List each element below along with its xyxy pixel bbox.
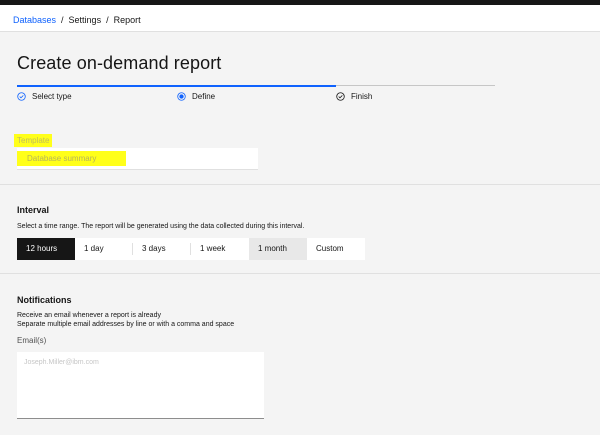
interval-option-label: 1 week	[200, 244, 226, 253]
breadcrumb-databases-link[interactable]: Databases	[13, 15, 56, 25]
progress-indicator: Select type Define Finish	[17, 85, 495, 115]
breadcrumb-bar: Databases / Settings / Report	[0, 5, 600, 32]
progress-fill	[17, 85, 336, 87]
breadcrumb-report: Report	[113, 15, 141, 25]
section-divider	[0, 273, 600, 274]
breadcrumb-separator: /	[106, 15, 109, 25]
email-placeholder: Joseph.Miller@ibm.com	[24, 359, 99, 366]
template-label: Template	[14, 134, 53, 147]
step-label: Finish	[351, 92, 373, 101]
interval-title: Interval	[17, 205, 50, 215]
template-value: Database summary	[17, 151, 127, 166]
interval-option-label: 3 days	[142, 244, 166, 253]
template-field[interactable]: Database summary	[17, 148, 258, 170]
notifications-title: Notifications	[17, 295, 72, 305]
page-title: Create on-demand report	[17, 53, 222, 73]
breadcrumb-settings[interactable]: Settings	[69, 15, 102, 25]
interval-option-3-days[interactable]: 3 days	[133, 238, 191, 260]
step-finish[interactable]: Finish	[336, 92, 372, 101]
checkmark-outline-icon	[336, 92, 345, 101]
interval-option-custom[interactable]: Custom	[307, 238, 365, 260]
step-label: Define	[192, 92, 216, 101]
interval-helper-text: Select a time range. The report will be …	[17, 223, 305, 230]
step-define[interactable]: Define	[177, 92, 215, 101]
interval-option-1-week[interactable]: 1 week	[191, 238, 249, 260]
interval-option-12-hours[interactable]: 12 hours	[17, 238, 75, 260]
current-step-icon	[177, 92, 186, 101]
notifications-helper-line2: Separate multiple email addresses by lin…	[17, 321, 235, 328]
interval-option-1-day[interactable]: 1 day	[75, 238, 133, 260]
interval-option-label: 1 day	[84, 244, 104, 253]
interval-selector: 12 hours 1 day 3 days 1 week 1 month Cus…	[17, 238, 365, 260]
breadcrumb: Databases / Settings / Report	[13, 15, 141, 25]
email-label: Email(s)	[17, 336, 47, 345]
section-divider	[0, 184, 600, 185]
step-label: Select type	[32, 92, 72, 101]
email-textarea[interactable]: Joseph.Miller@ibm.com	[17, 352, 264, 419]
notifications-helper-line1: Receive an email whenever a report is al…	[17, 312, 161, 319]
checkmark-outline-icon	[17, 92, 26, 101]
breadcrumb-separator: /	[61, 15, 64, 25]
step-select-type[interactable]: Select type	[17, 92, 72, 101]
interval-option-1-month[interactable]: 1 month	[249, 238, 307, 260]
